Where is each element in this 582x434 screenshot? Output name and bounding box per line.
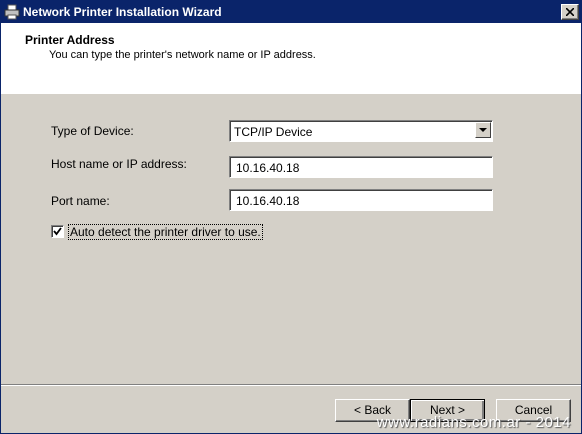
title-bar[interactable]: Network Printer Installation Wizard	[1, 1, 581, 23]
close-button[interactable]	[561, 4, 579, 20]
window-title: Network Printer Installation Wizard	[23, 5, 222, 19]
wizard-window: Network Printer Installation Wizard Prin…	[0, 0, 582, 434]
header-separator	[1, 93, 581, 94]
device-type-value: TCP/IP Device	[234, 125, 313, 139]
host-value: 10.16.40.18	[236, 161, 300, 175]
host-label: Host name or IP address:	[51, 157, 187, 171]
auto-detect-label[interactable]: Auto detect the printer driver to use.	[68, 224, 263, 240]
page-subtitle: You can type the printer's network name …	[49, 49, 316, 61]
port-input[interactable]: 10.16.40.18	[229, 189, 493, 211]
dropdown-button[interactable]	[475, 122, 491, 138]
wizard-header: Printer Address You can type the printer…	[1, 23, 581, 94]
device-type-select[interactable]: TCP/IP Device	[229, 120, 493, 142]
printer-icon	[4, 4, 20, 20]
chevron-down-icon	[479, 128, 487, 132]
host-input[interactable]: 10.16.40.18	[229, 156, 493, 178]
device-type-label: Type of Device:	[51, 124, 134, 138]
port-label: Port name:	[51, 194, 110, 208]
auto-detect-checkbox[interactable]	[51, 225, 64, 238]
port-value: 10.16.40.18	[236, 194, 300, 208]
page-title: Printer Address	[25, 33, 115, 47]
close-icon	[566, 8, 574, 16]
footer-separator-highlight	[1, 385, 581, 386]
checkmark-icon	[53, 227, 62, 236]
watermark-text: www.radians.com.ar - 2014	[376, 414, 571, 431]
